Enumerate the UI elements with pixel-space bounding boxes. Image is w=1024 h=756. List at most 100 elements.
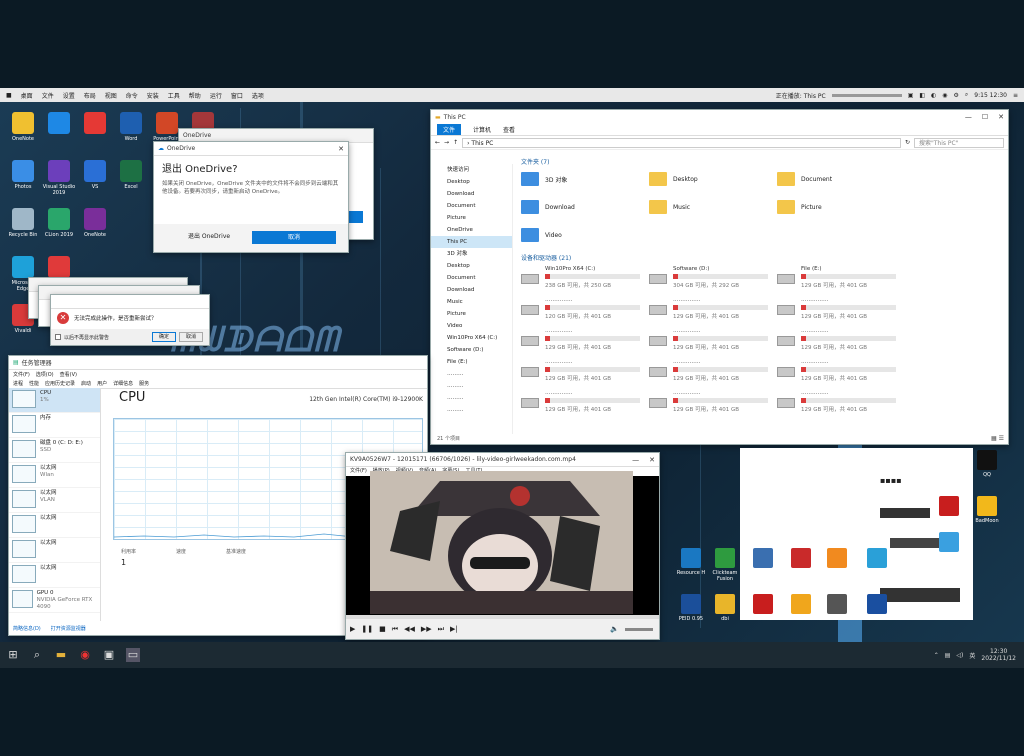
drive-item[interactable]: …………… 129 GB 可用，共 401 GB — [649, 359, 774, 385]
perf-item[interactable]: 以太网 VLAN — [9, 488, 100, 513]
ok-button[interactable]: 确定 — [152, 332, 176, 342]
drive-item[interactable]: …………… 129 GB 可用，共 401 GB — [521, 359, 646, 385]
file-explorer-window[interactable]: ▬ This PC — ☐ ✕ 文件 计算机 查看 ← → ↑ › This PC … — [430, 109, 1009, 445]
perf-item[interactable]: 以太网 — [9, 538, 100, 563]
fewer-details-link[interactable]: 简略信息(D) — [13, 625, 41, 632]
tray-icon[interactable]: ⚙ — [954, 92, 959, 99]
close-icon[interactable]: ✕ — [649, 456, 655, 464]
close-icon[interactable]: ✕ — [338, 145, 344, 153]
nav-item[interactable]: ……… — [431, 368, 512, 380]
folder-item[interactable]: Document — [777, 172, 832, 186]
ime-icon[interactable]: 英 — [969, 651, 975, 660]
nav-item[interactable]: Desktop — [431, 260, 512, 272]
minimize-icon[interactable]: — — [632, 456, 639, 464]
nav-item[interactable]: Picture — [431, 212, 512, 224]
drive-item[interactable]: …………… 129 GB 可用，共 401 GB — [521, 390, 646, 416]
perf-item[interactable]: CPU 1% — [9, 388, 100, 413]
video-player-window[interactable]: KV9A0526W7 - 12015171 (66706/1026) - lil… — [345, 452, 660, 640]
taskbar-clock[interactable]: 12:30 — [981, 648, 1016, 655]
desktop-icon[interactable]: Word — [114, 112, 148, 142]
play-icon[interactable]: ▶ — [350, 625, 355, 633]
folder-item[interactable]: Desktop — [649, 172, 698, 186]
app-shortcut[interactable]: 015Editor — [786, 594, 816, 622]
tab[interactable]: 服务 — [139, 380, 149, 387]
drives-heading[interactable]: 设备和驱动器 (21) — [521, 254, 571, 264]
search-icon[interactable]: ⌕ — [30, 648, 44, 662]
nav-item[interactable]: Video — [431, 320, 512, 332]
drive-item[interactable]: File (E:) 129 GB 可用，共 401 GB — [777, 266, 902, 292]
drive-item[interactable]: …………… 129 GB 可用，共 401 GB — [649, 328, 774, 354]
vivaldi-icon[interactable]: ◉ — [78, 648, 92, 662]
app-shortcut[interactable] — [934, 532, 964, 554]
refresh-icon[interactable]: ↻ — [905, 139, 910, 146]
perf-item[interactable]: GPU 0 NVIDIA GeForce RTX 4090 — [9, 588, 100, 613]
menubar-item[interactable]: 窗口 — [231, 91, 243, 100]
nav-item[interactable]: Music — [431, 296, 512, 308]
desktop-icon[interactable]: Excel — [114, 160, 148, 190]
tray-icon[interactable]: ◧ — [919, 92, 925, 99]
checkbox[interactable] — [55, 334, 61, 340]
up-icon[interactable]: ↑ — [453, 139, 458, 146]
app-shortcut[interactable]: Clickteam — [862, 594, 892, 622]
nav-item[interactable]: ……… — [431, 404, 512, 416]
app-shortcut[interactable]: Wireshark — [748, 548, 778, 576]
drive-item[interactable]: …………… 129 GB 可用，共 401 GB — [777, 297, 902, 323]
video-frame[interactable] — [370, 471, 633, 614]
perf-item[interactable]: 磁盘 0 (C: D: E:) SSD — [9, 438, 100, 463]
desktop-icon[interactable]: OneNote — [78, 208, 112, 238]
pause-icon[interactable]: ❚❚ — [361, 625, 373, 633]
tray-icon[interactable]: ◉ — [942, 92, 947, 99]
desktop-icon[interactable] — [42, 112, 76, 136]
nav-item[interactable]: 快速访问 — [431, 164, 512, 176]
menubar-item[interactable]: 命令 — [126, 91, 138, 100]
forward-icon[interactable]: ▶▶ — [421, 625, 432, 633]
tab[interactable]: 性能 — [29, 380, 39, 387]
nav-item[interactable]: Desktop — [431, 176, 512, 188]
nav-item[interactable]: Document — [431, 200, 512, 212]
app-shortcut[interactable]: Resource H — [676, 548, 706, 576]
volume-icon[interactable]: ◁) — [956, 652, 963, 659]
folder-item[interactable]: Music — [649, 200, 690, 214]
drive-item[interactable]: …………… 129 GB 可用，共 401 GB — [777, 359, 902, 385]
start-icon[interactable]: ⊞ — [6, 648, 20, 662]
drive-item[interactable]: …………… 120 GB 可用，共 401 GB — [521, 297, 646, 323]
tab-view[interactable]: 查看 — [503, 125, 515, 134]
folder-icon[interactable]: ▬ — [54, 648, 68, 662]
tab-computer[interactable]: 计算机 — [473, 125, 491, 134]
drive-item[interactable]: Win10Pro X64 (C:) 238 GB 可用，共 250 GB — [521, 266, 646, 292]
nav-item[interactable]: Document — [431, 272, 512, 284]
tab[interactable]: 用户 — [97, 380, 107, 387]
error-dialog[interactable]: ✕ 无法完成此操作，是否重新尝试？ 以后不再显示此警告 确定 取消 — [50, 294, 210, 346]
view-toggle-icon[interactable]: ▦ ☰ — [991, 435, 1004, 442]
volume-slider[interactable] — [625, 627, 653, 631]
nav-item[interactable]: ……… — [431, 392, 512, 404]
app-shortcut[interactable]: Compass — [822, 548, 852, 576]
stop-icon[interactable]: ■ — [379, 625, 386, 633]
tab[interactable]: 进程 — [13, 380, 23, 387]
taskbar-app-icon[interactable]: ▭ — [126, 648, 140, 662]
close-icon[interactable]: ✕ — [998, 113, 1004, 121]
menu-item[interactable]: 选项(O) — [36, 371, 54, 378]
nav-item[interactable]: Picture — [431, 308, 512, 320]
nav-item[interactable]: Download — [431, 284, 512, 296]
app-shortcut[interactable]: Winhex — [748, 594, 778, 622]
nav-item[interactable]: File (E:) — [431, 356, 512, 368]
perf-item[interactable]: 内存 — [9, 413, 100, 438]
nav-item[interactable]: Software (D:) — [431, 344, 512, 356]
menu-item[interactable]: 查看(V) — [60, 371, 77, 378]
desktop-icon[interactable]: OneNote — [6, 112, 40, 142]
drive-item[interactable]: …………… 129 GB 可用，共 401 GB — [649, 297, 774, 323]
app-shortcut[interactable]: Clickteam Fusion — [710, 548, 740, 582]
perf-item[interactable]: 以太网 — [9, 513, 100, 538]
minimize-icon[interactable]: — — [965, 113, 972, 121]
folder-item[interactable]: 3D 对象 — [521, 172, 567, 186]
tab[interactable]: 启动 — [81, 380, 91, 387]
folders-heading[interactable]: 文件夹 (7) — [521, 158, 1000, 168]
folder-item[interactable]: Picture — [777, 200, 822, 214]
desktop-icon[interactable]: VS — [78, 160, 112, 190]
app-shortcut[interactable]: ElP — [786, 548, 816, 576]
onedrive-dialog[interactable]: ☁ OneDrive ✕ 退出 OneDrive? 如果关闭 OneDrive，… — [153, 141, 349, 253]
menu-item[interactable]: 文件(F) — [350, 467, 367, 476]
app-shortcut[interactable]: BadMoon — [972, 496, 1002, 524]
nav-item[interactable]: Win10Pro X64 (C:) — [431, 332, 512, 344]
